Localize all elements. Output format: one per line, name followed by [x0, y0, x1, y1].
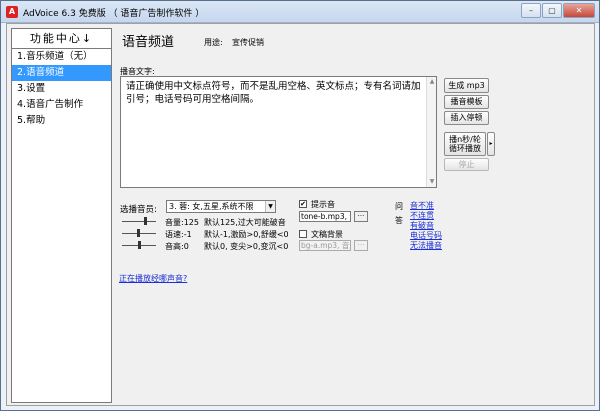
- link-cannot-broadcast[interactable]: 无法播音: [410, 240, 442, 251]
- pitch-slider[interactable]: [122, 241, 156, 251]
- window-title: AdVoice 6.3 免费版 （ 语音广告制作软件 ）: [23, 9, 205, 19]
- speed-slider-thumb[interactable]: [137, 229, 140, 237]
- volume-desc: 默认125,过大可能破音: [204, 218, 286, 227]
- insert-pause-button[interactable]: 插入停顿: [444, 111, 489, 125]
- vertical-scrollbar[interactable]: ▲ ▼: [426, 77, 436, 187]
- broadcast-options-button[interactable]: ▸: [487, 132, 495, 156]
- volume-slider[interactable]: [122, 217, 156, 227]
- sidebar-item-music-channel[interactable]: 1.音乐频道（无）: [12, 49, 111, 65]
- bg-music-label: 文稿背景: [311, 230, 343, 239]
- volume-label: 音量:125: [165, 218, 199, 227]
- use-label: 用途:: [204, 38, 223, 47]
- minimize-button[interactable]: –: [521, 3, 541, 18]
- sidebar-header-label: 功能中心: [29, 32, 82, 45]
- voice-select-value: 3. 蓉: 女,五星,系统不限: [169, 202, 254, 211]
- sidebar-item-settings[interactable]: 3.设置: [12, 81, 111, 97]
- bg-music-file-input[interactable]: bg-a.mp3, 音量: [299, 240, 351, 251]
- generate-mp3-button[interactable]: 生成 mp3: [444, 78, 489, 93]
- maximize-button[interactable]: ▢: [542, 3, 562, 18]
- bg-music-checkbox[interactable]: [299, 230, 307, 238]
- page-title: 语音频道: [122, 35, 175, 50]
- close-button[interactable]: ✕: [563, 3, 595, 18]
- answer-label: 答: [395, 216, 403, 225]
- volume-slider-thumb[interactable]: [144, 217, 147, 225]
- title-bar[interactable]: A AdVoice 6.3 免费版 （ 语音广告制作软件 ） – ▢ ✕: [1, 1, 599, 23]
- stop-button[interactable]: 停止: [444, 158, 489, 171]
- scroll-up-icon[interactable]: ▲: [428, 78, 436, 86]
- now-playing-link[interactable]: 正在播放经哪声音?: [119, 273, 187, 284]
- sidebar-item-voice-ad-production[interactable]: 4.语音广告制作: [12, 97, 111, 113]
- scroll-down-icon[interactable]: ▼: [428, 178, 436, 186]
- app-icon: A: [6, 6, 18, 18]
- pitch-label: 音高:0: [165, 242, 189, 251]
- prompt-sound-file-input[interactable]: tone-b.mp3, 音: [299, 211, 351, 222]
- pitch-desc: 默认0, 变尖>0,变沉<0: [204, 242, 289, 251]
- prompt-sound-checkbox[interactable]: ✔: [299, 200, 307, 208]
- app-window: A AdVoice 6.3 免费版 （ 语音广告制作软件 ） – ▢ ✕ 功能中…: [0, 0, 600, 411]
- broadcast-button[interactable]: 播n秒/轮 循环播放: [444, 132, 486, 156]
- broadcast-template-button[interactable]: 播音模板: [444, 95, 489, 109]
- sidebar-item-voice-channel[interactable]: 2.语音频道: [12, 65, 111, 81]
- chevron-right-icon: ▸: [489, 140, 493, 147]
- arrow-down-icon: ↓: [81, 32, 94, 45]
- question-label: 问: [395, 202, 403, 211]
- sidebar: 功能中心↓ 1.音乐频道（无） 2.语音频道 3.设置 4.语音广告制作 5.帮…: [11, 28, 112, 403]
- prompt-sound-browse-button[interactable]: ···: [354, 211, 368, 222]
- prompt-sound-label: 提示音: [311, 200, 335, 209]
- broadcast-button-line2: 循环播放: [449, 144, 481, 153]
- broadcast-button-line1: 播n秒/轮: [449, 135, 481, 144]
- broadcast-text[interactable]: 请正确使用中文标点符号，而不是乱用空格、英文标点；专有名词请加引号；电话号码可用…: [126, 80, 422, 106]
- check-icon: ✔: [300, 200, 306, 208]
- pitch-slider-thumb[interactable]: [138, 241, 141, 249]
- bg-music-browse-button[interactable]: ···: [354, 240, 368, 251]
- voice-select[interactable]: 3. 蓉: 女,五星,系统不限 ▼: [166, 200, 276, 213]
- use-value: 宣传促销: [232, 38, 264, 47]
- speed-desc: 默认-1,激励>0,舒缓<0: [204, 230, 289, 239]
- broadcast-textarea[interactable]: 请正确使用中文标点符号，而不是乱用空格、英文标点；专有名词请加引号；电话号码可用…: [120, 76, 437, 188]
- speed-label: 语速:-1: [165, 230, 192, 239]
- voice-selector-label: 选播音员:: [120, 205, 157, 215]
- client-area: 功能中心↓ 1.音乐频道（无） 2.语音频道 3.设置 4.语音广告制作 5.帮…: [6, 23, 595, 406]
- sidebar-header: 功能中心↓: [12, 29, 111, 49]
- chevron-down-icon[interactable]: ▼: [265, 201, 275, 212]
- speed-slider[interactable]: [122, 229, 156, 239]
- sidebar-item-help[interactable]: 5.帮助: [12, 113, 111, 129]
